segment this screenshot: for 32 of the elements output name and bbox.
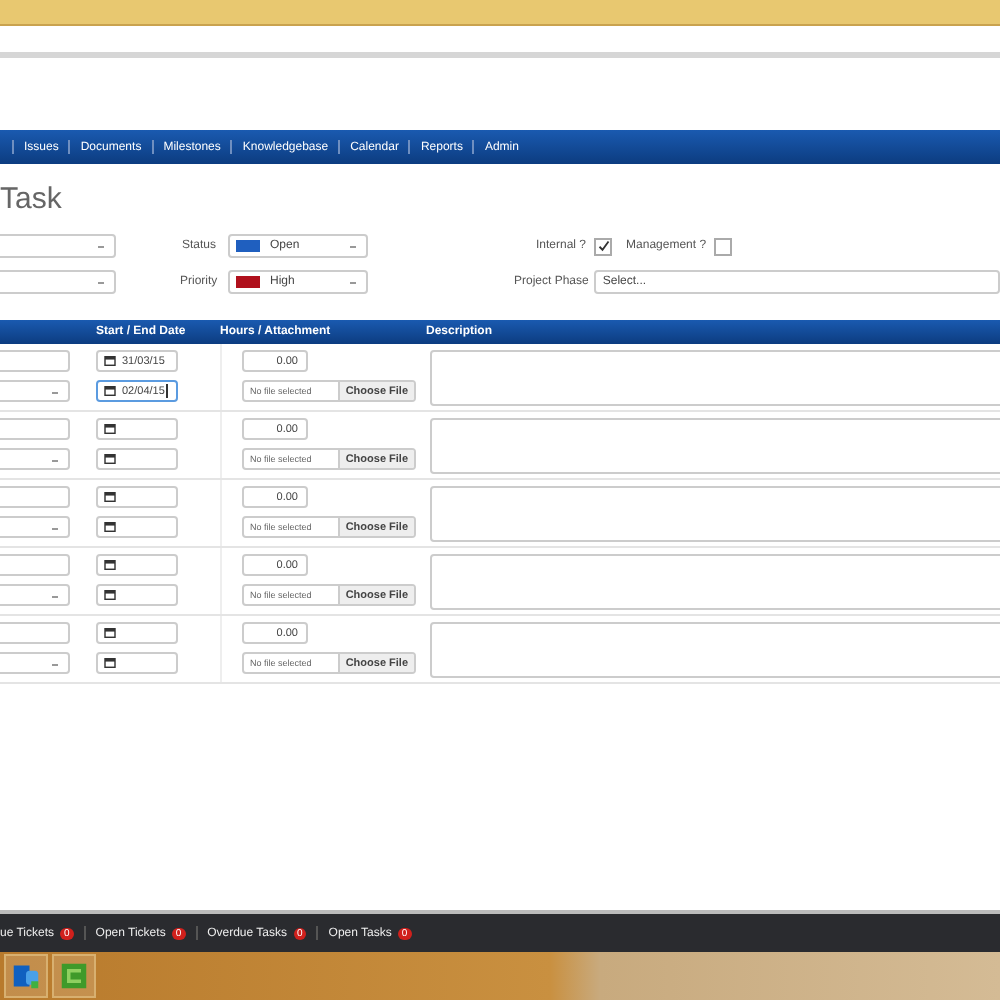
calendar-icon (104, 386, 116, 396)
checkbox[interactable] (594, 237, 613, 255)
calendar-icon (104, 356, 116, 366)
date-field[interactable] (96, 486, 178, 508)
app-icon[interactable] (52, 954, 96, 998)
calendar-icon (104, 628, 116, 638)
calendar-icon (104, 424, 116, 434)
date-field[interactable] (96, 622, 178, 644)
select-field[interactable] (0, 270, 116, 294)
description-field[interactable] (430, 418, 1000, 474)
description-field[interactable] (430, 350, 1000, 406)
calendar-icon (104, 560, 116, 570)
description-field[interactable] (430, 622, 1000, 678)
caret-icon (98, 246, 104, 248)
date-field[interactable] (96, 584, 178, 606)
calendar-icon (104, 658, 116, 668)
calendar-icon (104, 454, 116, 464)
calendar-icon (104, 522, 116, 532)
checkbox[interactable] (714, 237, 733, 255)
date-field[interactable] (96, 516, 178, 538)
date-field[interactable] (96, 418, 178, 440)
date-field[interactable] (96, 554, 178, 576)
date-field[interactable] (96, 448, 178, 470)
caret-icon (98, 282, 104, 284)
page-title: Task (0, 182, 64, 220)
calendar-icon (104, 590, 116, 600)
description-field[interactable] (430, 486, 1000, 542)
calendar-icon (104, 492, 116, 502)
date-field[interactable] (96, 652, 178, 674)
select-field[interactable] (0, 234, 116, 258)
app-icon[interactable] (4, 954, 48, 998)
description-field[interactable] (430, 554, 1000, 610)
